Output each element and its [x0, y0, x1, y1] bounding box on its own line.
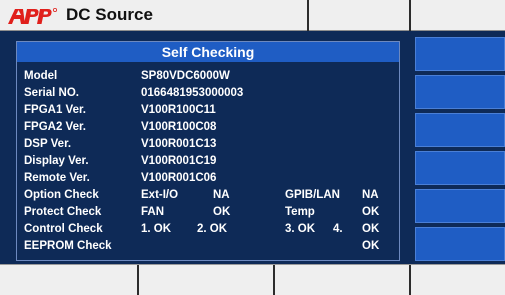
- softkey-sidebar: [411, 31, 505, 264]
- control-4-label: 4.: [333, 223, 343, 235]
- control-4-status: OK: [362, 223, 380, 235]
- fan-label: FAN: [141, 206, 164, 218]
- title-divider: [307, 0, 309, 31]
- gpib-lan-label: GPIB/LAN: [285, 189, 340, 201]
- ext-io-label: Ext-I/O: [141, 189, 179, 201]
- panel-header: Self Checking: [17, 42, 399, 62]
- fpga1-label: FPGA1 Ver.: [24, 104, 87, 116]
- fan-status: OK: [213, 206, 231, 218]
- eeprom-check-label: EEPROM Check: [24, 240, 112, 252]
- bottom-divider: [273, 265, 275, 295]
- app-title: DC Source: [66, 5, 153, 24]
- serial-label: Serial NO.: [24, 87, 79, 99]
- softkey-3[interactable]: [415, 113, 505, 147]
- protect-check-label: Protect Check: [24, 206, 102, 218]
- self-check-panel: Self Checking Model SP80VDC6000W Serial …: [0, 31, 411, 264]
- temp-label: Temp: [285, 206, 315, 218]
- softkey-2[interactable]: [415, 75, 505, 109]
- gpib-lan-status: NA: [362, 189, 379, 201]
- control-1-status: 1. OK: [141, 223, 172, 235]
- softkey-5[interactable]: [415, 189, 505, 223]
- control-2-status: 2. OK: [197, 223, 228, 235]
- display-value: V100R001C19: [141, 155, 217, 167]
- self-check-box: Self Checking Model SP80VDC6000W Serial …: [16, 41, 400, 261]
- title-divider: [409, 0, 411, 31]
- remote-label: Remote Ver.: [24, 172, 90, 184]
- brand-logo: [8, 7, 58, 24]
- bottom-divider: [409, 265, 411, 295]
- dsp-label: DSP Ver.: [24, 138, 72, 150]
- model-value: SP80VDC6000W: [141, 70, 230, 82]
- temp-status: OK: [362, 206, 380, 218]
- option-check-label: Option Check: [24, 189, 99, 201]
- fpga2-label: FPGA2 Ver.: [24, 121, 87, 133]
- serial-value: 0166481953000003: [141, 87, 244, 99]
- bottom-divider: [137, 265, 139, 295]
- softkey-4[interactable]: [415, 151, 505, 185]
- remote-value: V100R001C06: [141, 172, 217, 184]
- model-label: Model: [24, 70, 58, 82]
- control-check-label: Control Check: [24, 223, 103, 235]
- eeprom-status: OK: [362, 240, 380, 252]
- control-3-status: 3. OK: [285, 223, 316, 235]
- dsp-value: V100R001C13: [141, 138, 217, 150]
- bottom-bar: [0, 264, 505, 295]
- fpga2-value: V100R100C08: [141, 121, 217, 133]
- softkey-1[interactable]: [415, 37, 505, 71]
- ext-io-status: NA: [213, 189, 230, 201]
- display-label: Display Ver.: [24, 155, 89, 167]
- title-bar: DC Source: [0, 0, 505, 31]
- softkey-6[interactable]: [415, 227, 505, 261]
- fpga1-value: V100R100C11: [141, 104, 216, 116]
